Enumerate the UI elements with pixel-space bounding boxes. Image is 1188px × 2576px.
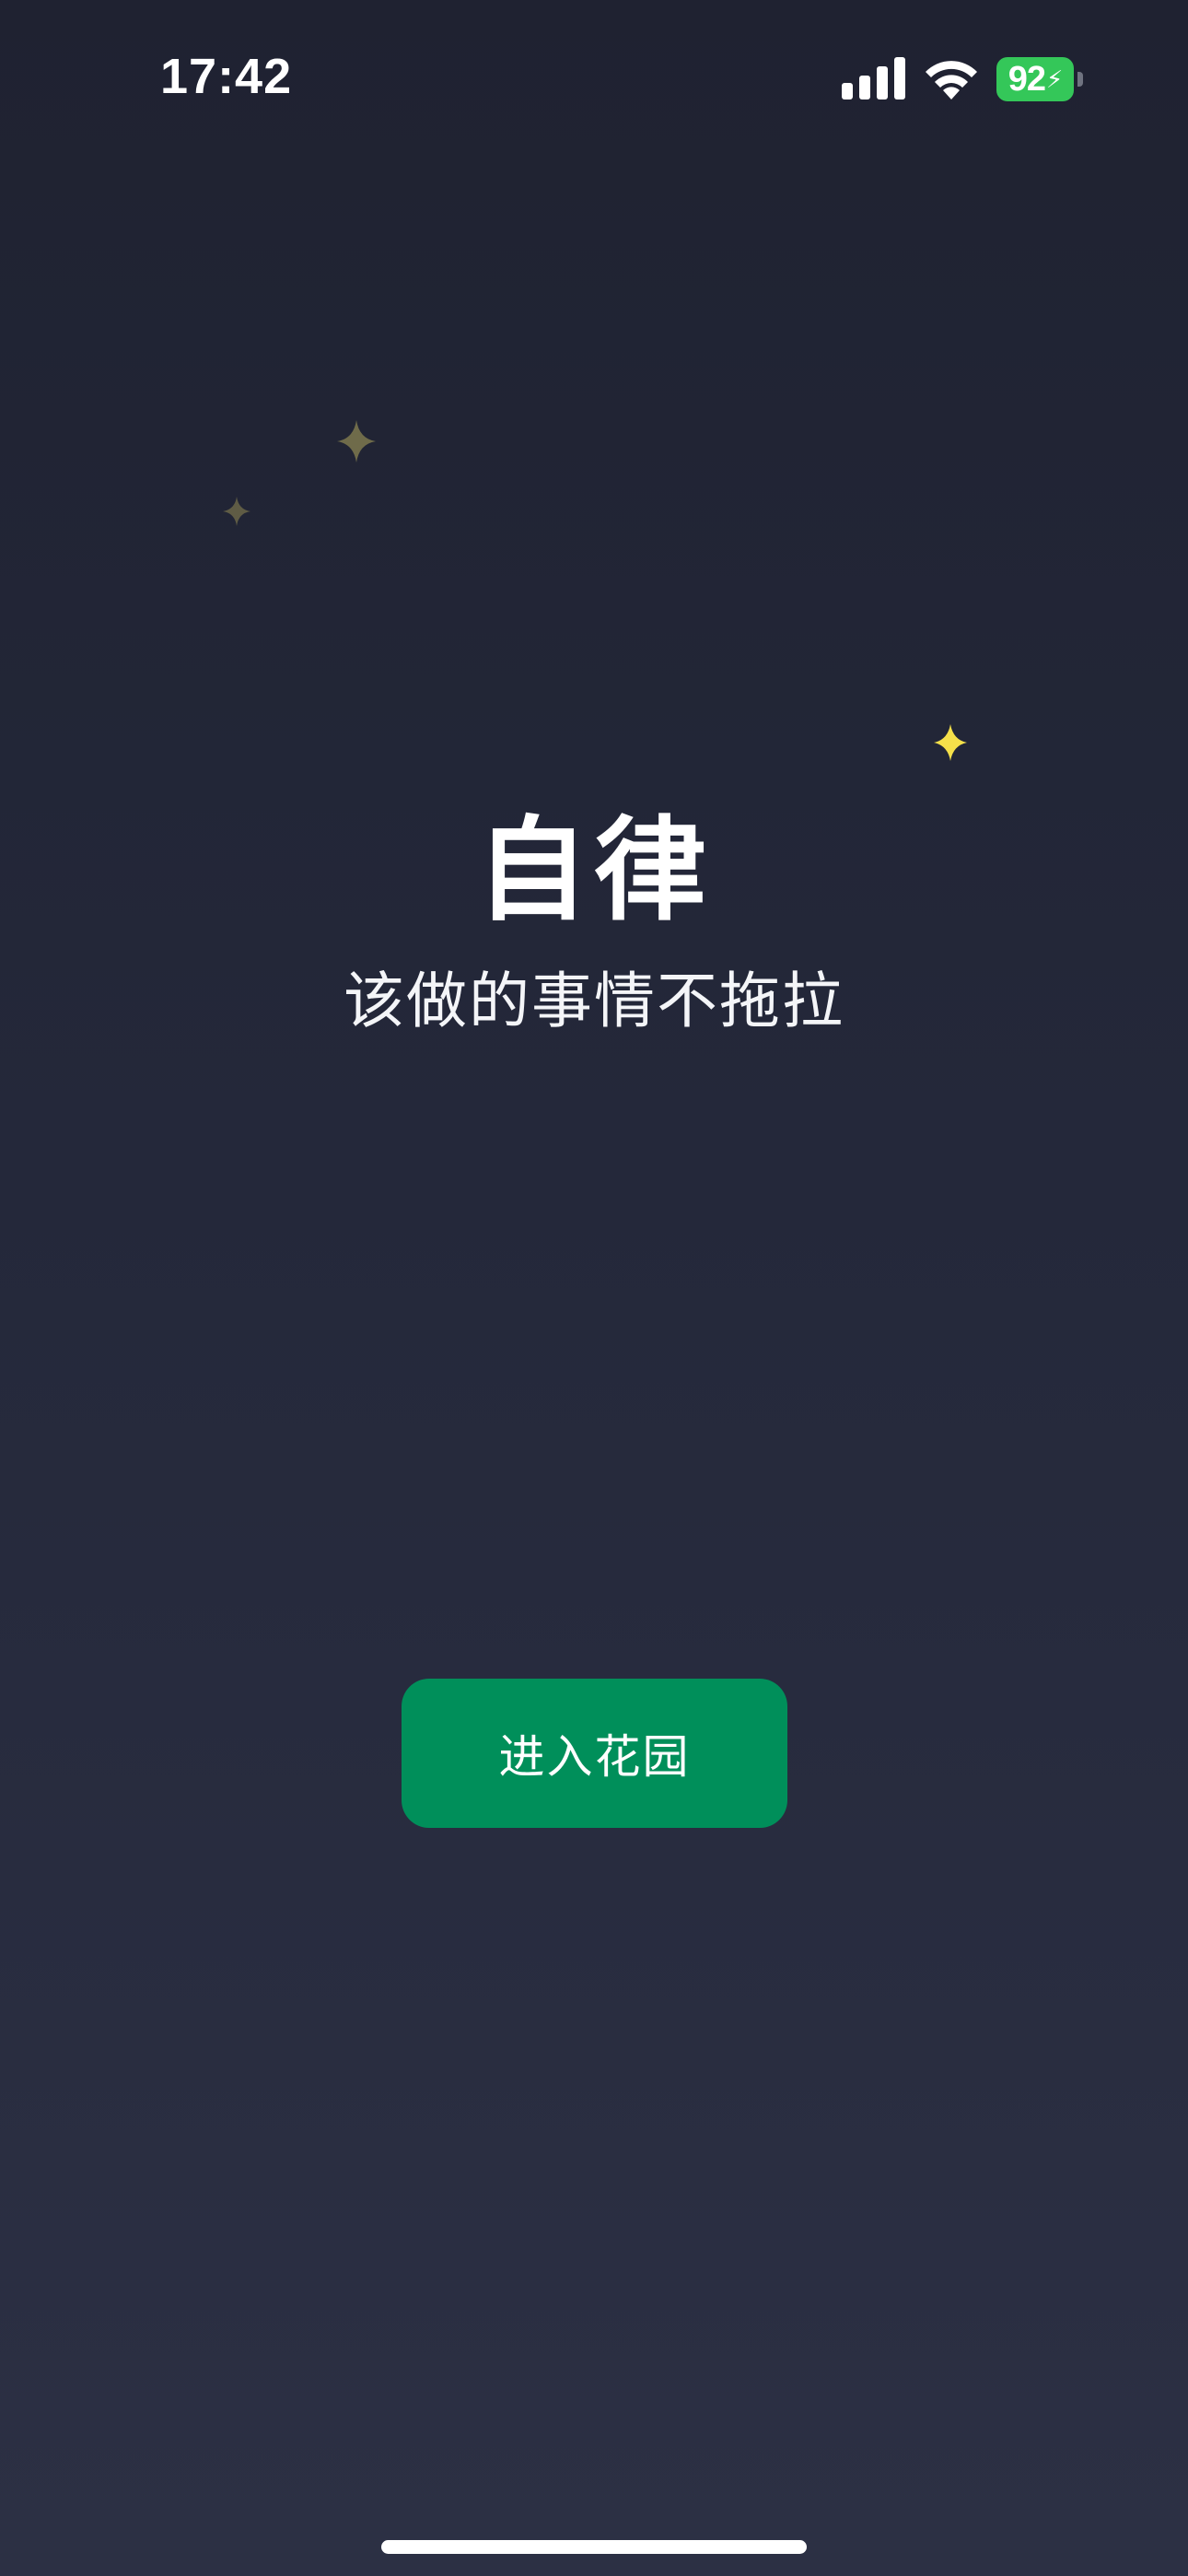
battery-level-badge: 92 ⚡	[996, 57, 1074, 101]
sparkle-icon	[337, 420, 376, 463]
sparkle-icon	[934, 724, 967, 761]
signal-icon	[842, 57, 905, 100]
home-indicator[interactable]	[381, 2540, 807, 2554]
charging-bolt-icon: ⚡	[1046, 64, 1063, 93]
sparkle-icon	[223, 497, 250, 526]
page-title: 自律	[476, 805, 712, 936]
battery-level-text: 92	[1007, 59, 1046, 99]
hero-section: 自律 该做的事情不拖拉	[0, 802, 1188, 1043]
enter-garden-button[interactable]: 进入花园	[402, 1679, 787, 1828]
status-time: 17:42	[160, 49, 293, 104]
wifi-icon	[926, 61, 977, 100]
page-subtitle: 该做的事情不拖拉	[344, 966, 844, 1036]
status-bar: 17:42 92 ⚡	[0, 0, 1188, 157]
battery-cap	[1077, 72, 1083, 87]
battery-icon: 92 ⚡	[996, 57, 1083, 101]
